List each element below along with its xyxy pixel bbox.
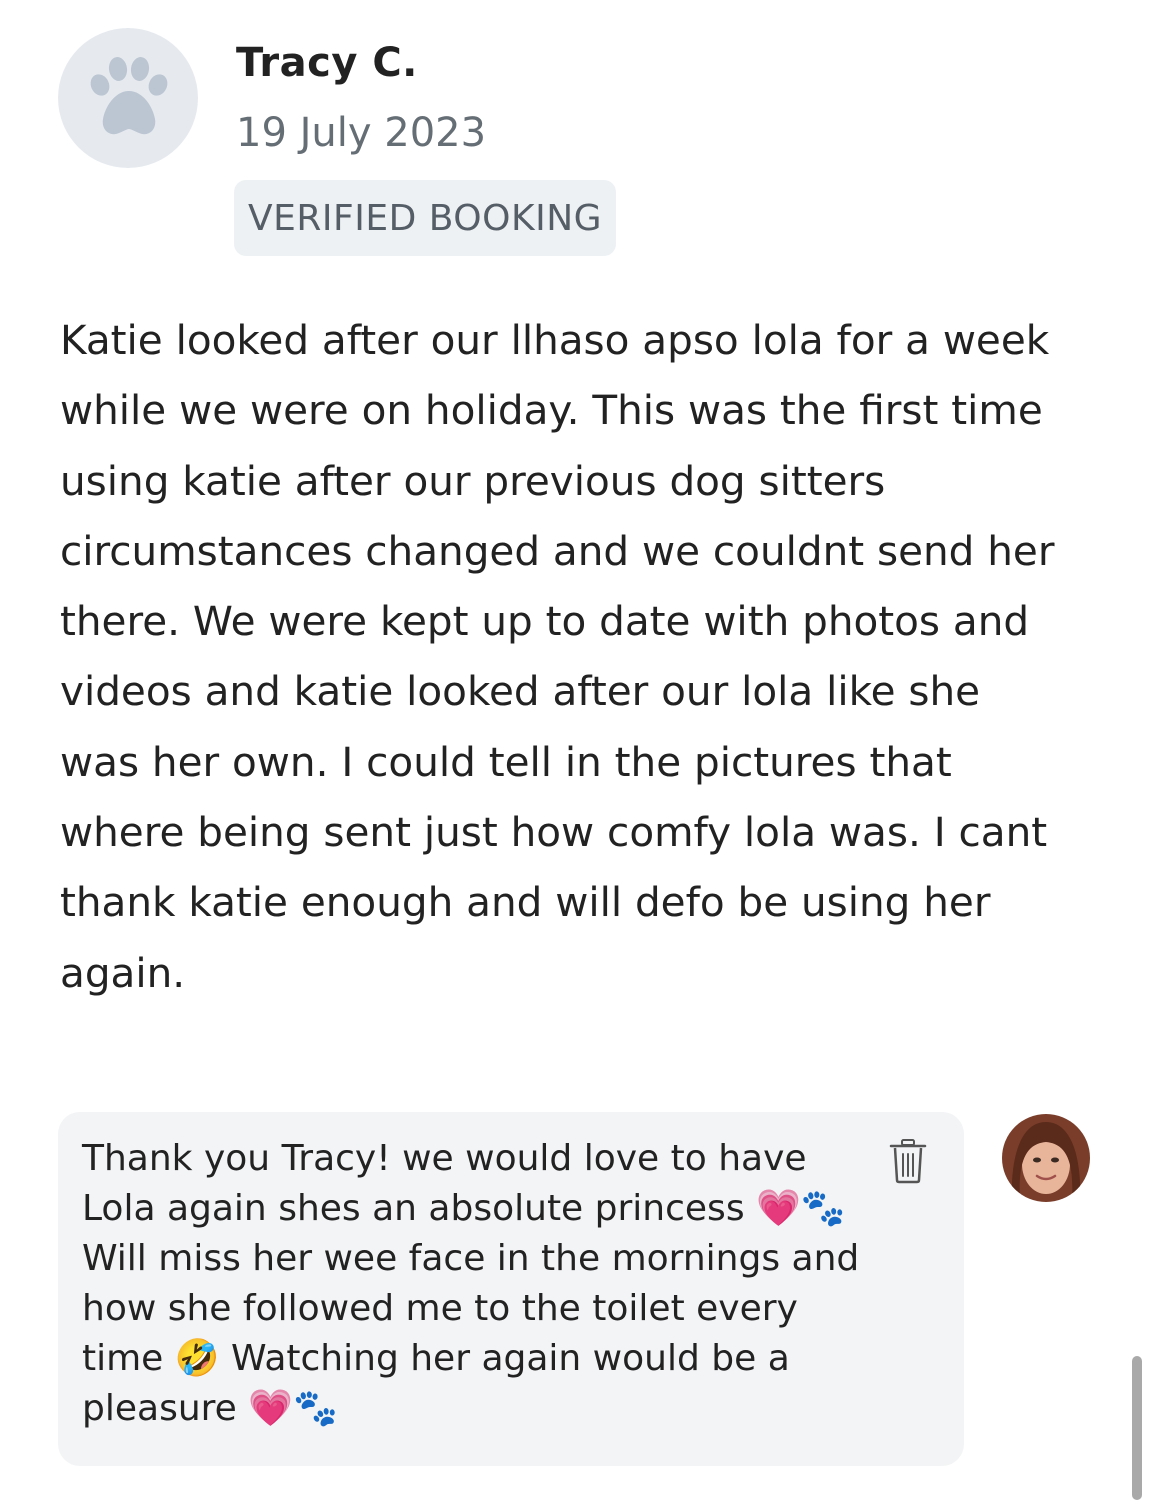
review-date: 19 July 2023 (236, 110, 487, 156)
paw-icon (90, 57, 168, 135)
scrollbar[interactable] (1132, 1356, 1142, 1500)
reviewer-avatar (58, 28, 198, 168)
review-card: Tracy C. 19 July 2023 VERIFIED BOOKING K… (0, 0, 1152, 1500)
delete-reply-button[interactable] (884, 1134, 932, 1188)
review-text: Katie looked after our llhaso apso lola … (60, 316, 1055, 997)
verified-booking-badge: VERIFIED BOOKING (234, 180, 617, 256)
owner-avatar[interactable] (1002, 1114, 1090, 1202)
reply-text: Thank you Tracy! we would love to have L… (82, 1138, 860, 1429)
owner-reply: Thank you Tracy! we would love to have L… (58, 1112, 964, 1466)
trash-icon (889, 1139, 927, 1184)
reviewer-name: Tracy C. (236, 40, 418, 86)
profile-photo (1002, 1114, 1090, 1202)
